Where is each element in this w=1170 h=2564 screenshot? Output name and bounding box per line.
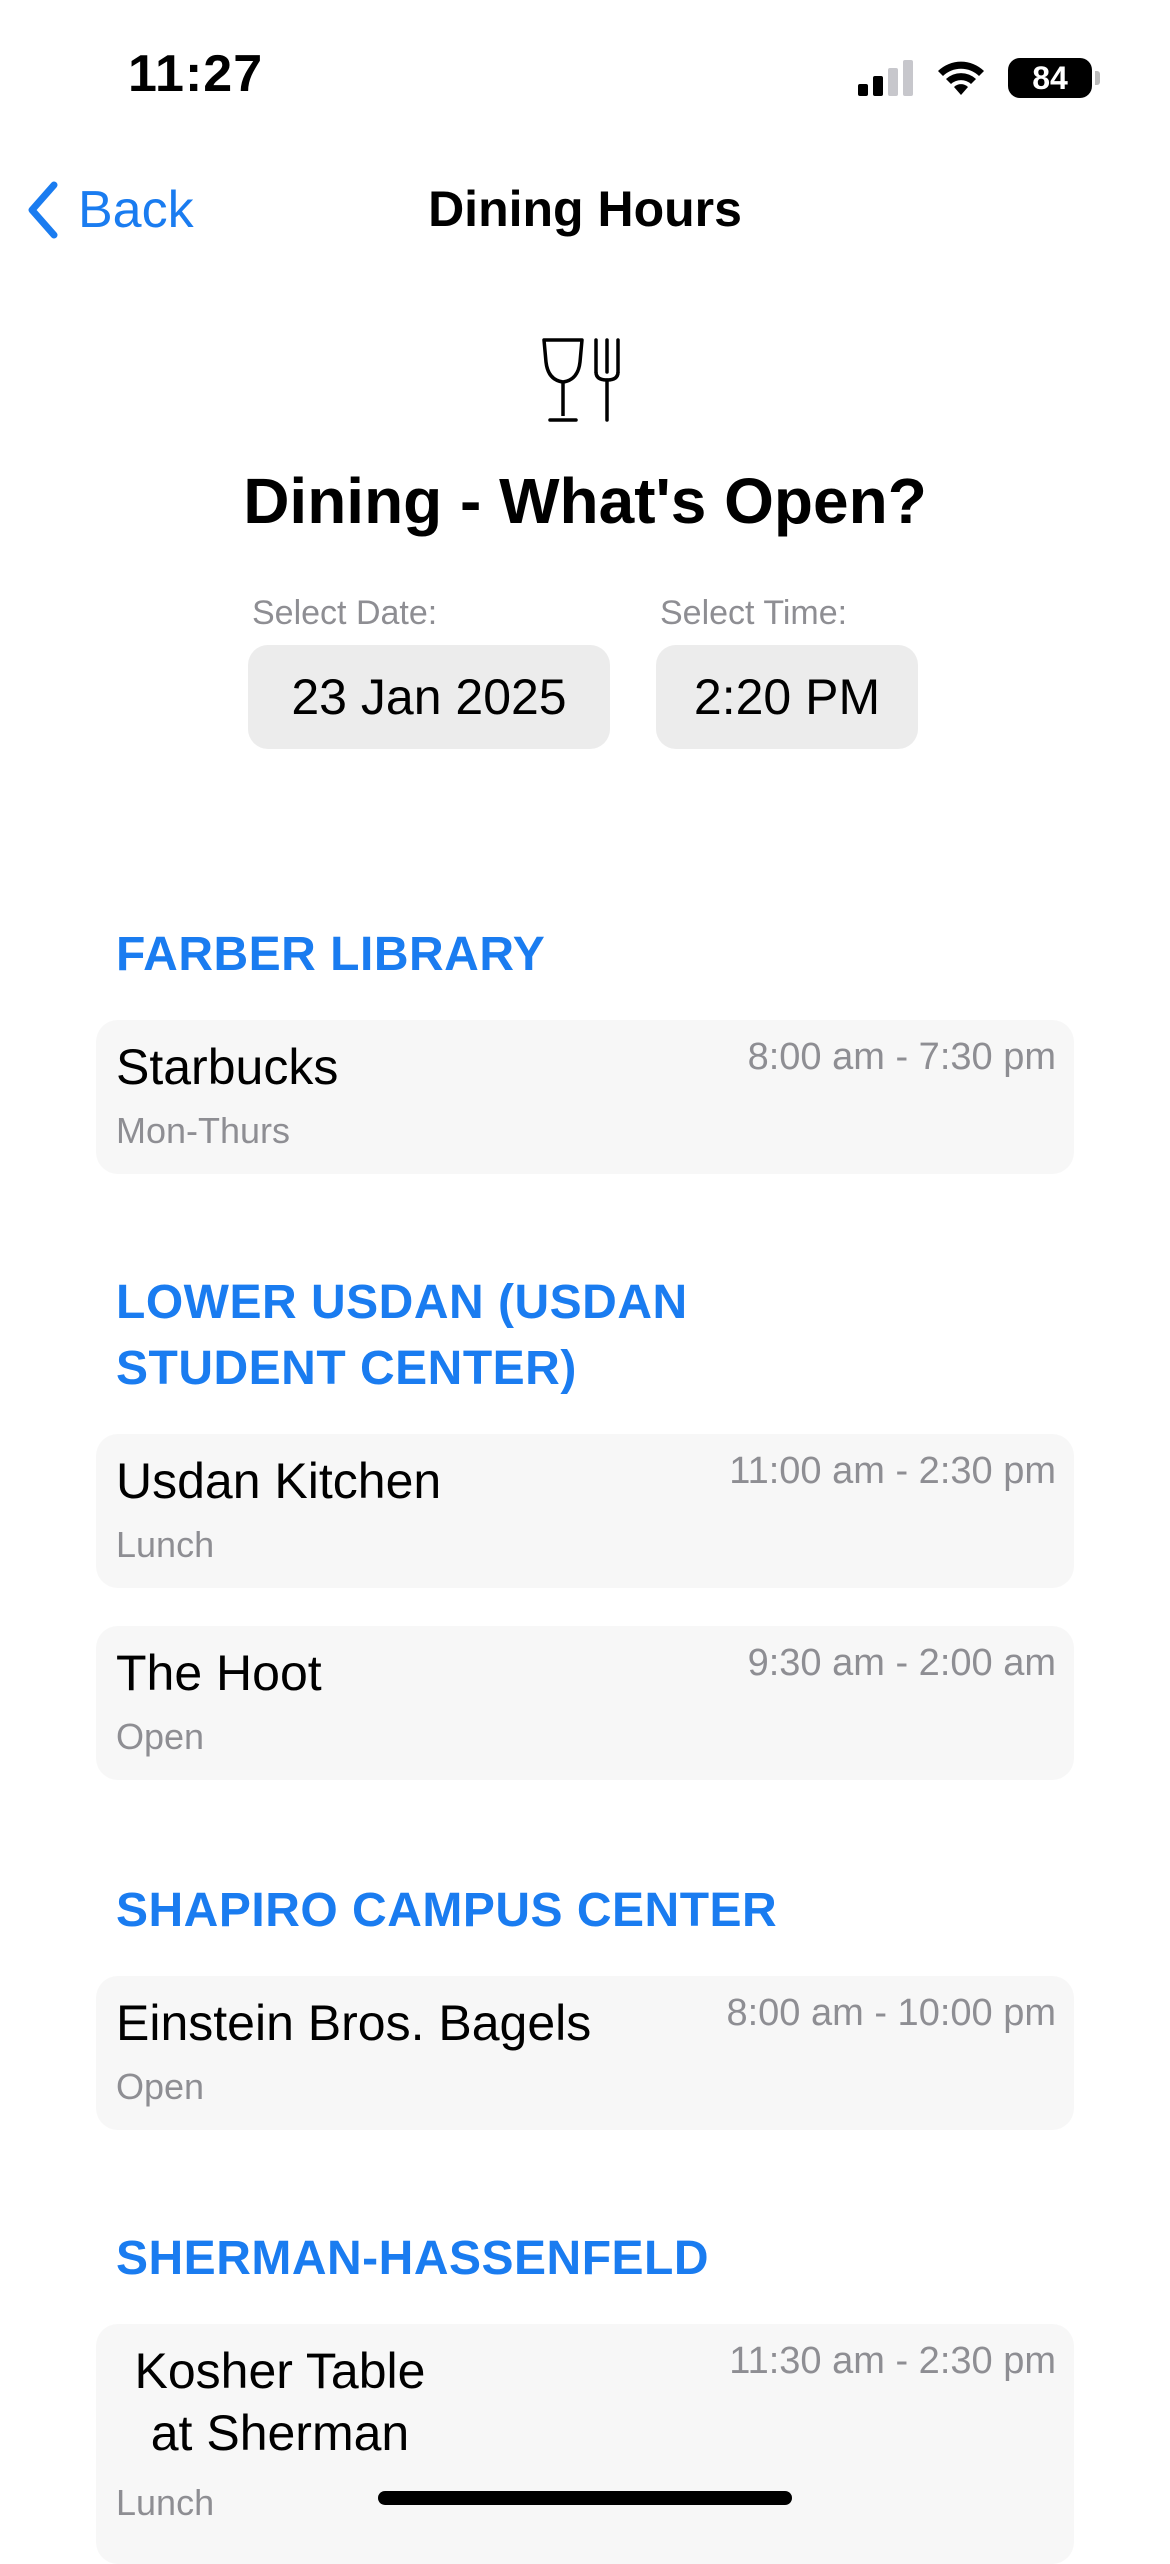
location-name: Kosher Table at Sherman [134,2343,426,2461]
location-name: Usdan Kitchen [116,1453,442,1509]
wifi-icon [938,61,984,95]
section-title: FARBER LIBRARY [116,928,546,981]
cellular-signal-icon [858,60,913,96]
time-picker: Select Time: 2:20 PM [656,594,918,749]
location-name: Einstein Bros. Bagels [116,1995,592,2051]
location-hours: 11:00 am - 2:30 pm [729,1450,1056,1492]
dining-location-card[interactable]: Usdan Kitchen Lunch 11:00 am - 2:30 pm [96,1434,1074,1588]
time-label: Select Time: [660,594,848,632]
section-title: LOWER USDAN (USDAN STUDENT CENTER) [116,1276,688,1395]
date-label: Select Date: [252,594,438,632]
location-hours: 11:30 am - 2:30 pm [729,2340,1056,2382]
status-bar: 11:27 84 [0,0,1170,150]
location-hours: 8:00 am - 10:00 pm [726,1992,1056,2034]
battery-icon: 84 [1008,58,1100,98]
nav-title: Dining Hours [428,181,742,237]
section-title: SHAPIRO CAMPUS CENTER [116,1884,778,1937]
status-icons: 84 [858,56,1100,100]
page-title: Dining - What's Open? [243,465,927,537]
location-subtitle: Lunch [116,1524,215,1565]
dining-location-card[interactable]: Einstein Bros. Bagels Open 8:00 am - 10:… [96,1976,1074,2130]
navigation-bar: Back Dining Hours [0,170,1170,250]
section-title: SHERMAN-HASSENFELD [116,2232,710,2285]
time-field[interactable]: 2:20 PM [656,645,918,749]
date-picker: Select Date: 23 Jan 2025 [248,594,610,749]
location-hours: 9:30 am - 2:00 am [747,1642,1056,1684]
location-name: Starbucks [116,1039,339,1095]
status-time: 11:27 [128,45,264,103]
date-field[interactable]: 23 Jan 2025 [248,645,610,749]
dining-location-card[interactable]: The Hoot Open 9:30 am - 2:00 am [96,1626,1074,1780]
location-subtitle: Lunch [116,2482,215,2523]
location-hours: 8:00 am - 7:30 pm [747,1036,1056,1078]
location-subtitle: Mon-Thurs [116,1110,291,1151]
location-subtitle: Open [116,2066,205,2107]
location-name: The Hoot [116,1645,322,1701]
dining-location-card[interactable]: Kosher Table at Sherman Lunch 11:30 am -… [96,2324,1074,2564]
dining-glass-fork-icon [542,338,620,422]
location-subtitle: Open [116,1716,205,1757]
home-indicator [378,2491,792,2505]
dining-location-card[interactable]: Starbucks Mon-Thurs 8:00 am - 7:30 pm [96,1020,1074,1174]
